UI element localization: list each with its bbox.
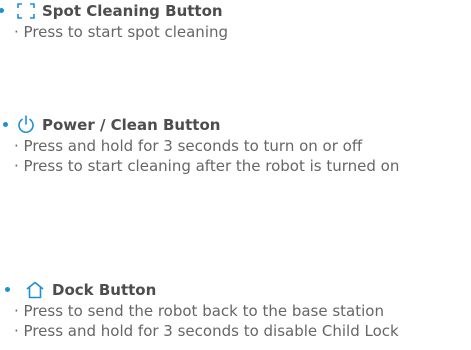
power-icon [17, 115, 35, 135]
spot-cleaning-icon [17, 3, 35, 19]
dock-title-row: Dock Button [0, 279, 471, 301]
home-icon [25, 281, 45, 299]
list-item: · Press and hold for 3 seconds to disabl… [14, 322, 399, 340]
list-item: · Press to start cleaning after the robo… [14, 157, 400, 175]
bullet-dot [3, 122, 8, 127]
spot-cleaning-title-row: Spot Cleaning Button [0, 0, 471, 22]
dock-section: Dock Button · Press to send the robot ba… [0, 279, 471, 341]
power-clean-title: Power / Clean Button [42, 116, 221, 134]
bullet-dot [5, 287, 10, 292]
dock-title: Dock Button [52, 281, 157, 299]
list-item: · Press to send the robot back to the ba… [14, 302, 384, 320]
spot-cleaning-title: Spot Cleaning Button [42, 2, 223, 20]
power-clean-title-row: Power / Clean Button [0, 114, 471, 136]
list-item: · Press to start spot cleaning [14, 23, 229, 41]
power-clean-section: Power / Clean Button · Press and hold fo… [0, 114, 471, 176]
list-item: · Press and hold for 3 seconds to turn o… [14, 137, 363, 155]
spot-cleaning-section: Spot Cleaning Button · Press to start sp… [0, 0, 471, 42]
